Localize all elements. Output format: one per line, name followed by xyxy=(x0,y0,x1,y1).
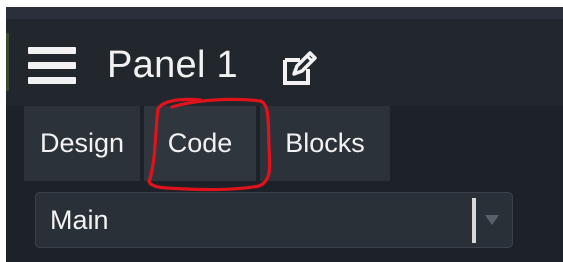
main-select[interactable]: Main xyxy=(35,192,513,248)
accent-mark xyxy=(6,33,9,91)
hamburger-menu-icon[interactable] xyxy=(28,47,76,85)
select-separator xyxy=(472,198,476,243)
edit-pencil-icon[interactable] xyxy=(280,49,318,87)
tab-code[interactable]: Code xyxy=(144,106,256,181)
select-value: Main xyxy=(50,205,109,235)
tab-bar: Design Code Blocks xyxy=(6,106,563,181)
app-window: Panel 1 Design Code Blocks Main xyxy=(6,7,563,262)
tab-design[interactable]: Design xyxy=(24,106,140,181)
chevron-down-icon[interactable] xyxy=(484,213,500,227)
tab-blocks[interactable]: Blocks xyxy=(260,106,390,181)
top-strip xyxy=(6,7,563,19)
panel-title: Panel 1 xyxy=(107,44,238,86)
